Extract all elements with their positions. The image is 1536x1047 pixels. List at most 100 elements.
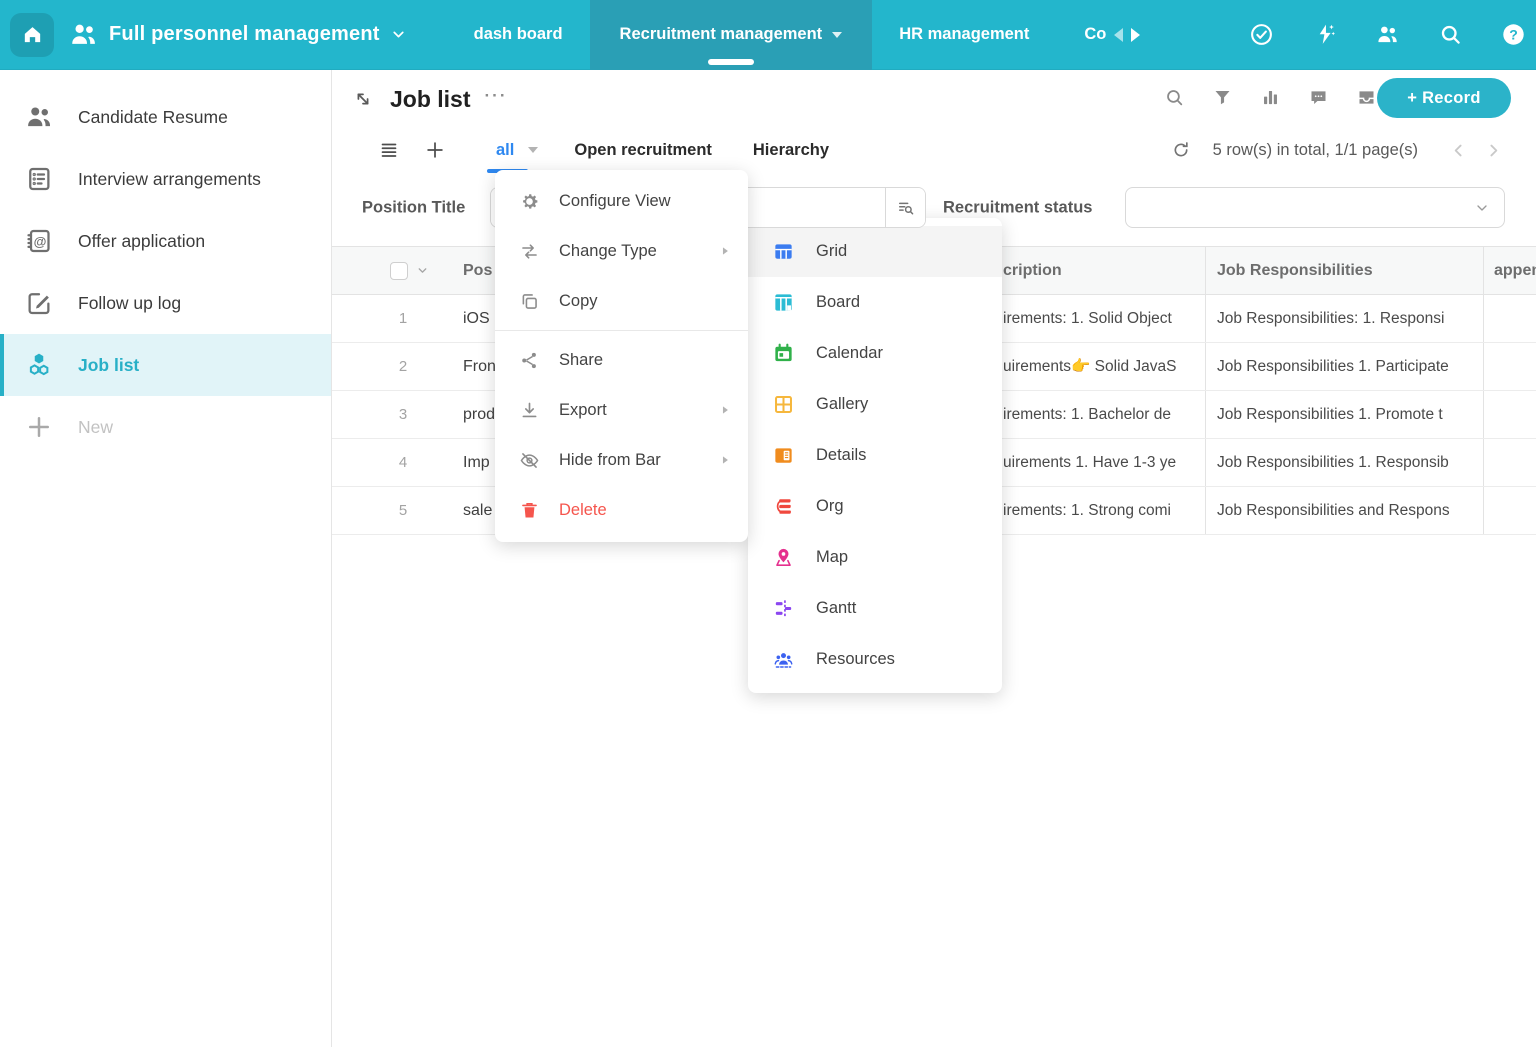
topbar-actions: ? — [1249, 22, 1536, 47]
sidebar-item-job-list[interactable]: Job list — [0, 334, 331, 396]
view-tab-hierarchy[interactable]: Hierarchy — [753, 141, 829, 160]
menu-item-label: Change Type — [559, 242, 657, 261]
column-header-appendix[interactable]: appen — [1483, 247, 1536, 294]
select-all-cell — [332, 247, 440, 294]
tab-recruitment-management[interactable]: Recruitment management — [590, 0, 873, 70]
view-type-label: Details — [816, 446, 866, 465]
menu-item-copy[interactable]: Copy — [495, 276, 748, 326]
view-type-label: Grid — [816, 242, 847, 261]
view-type-label: Gantt — [816, 599, 856, 618]
view-context-menu: Configure View Change Type Copy Share Ex… — [495, 170, 748, 542]
cell-appendix[interactable] — [1483, 439, 1536, 486]
view-type-calendar[interactable]: Calendar — [748, 328, 1002, 379]
filter-icon[interactable] — [1212, 87, 1233, 108]
inbox-icon[interactable] — [1356, 87, 1377, 108]
refresh-icon[interactable] — [1171, 140, 1191, 160]
home-button[interactable] — [10, 13, 54, 57]
hexagons-icon — [24, 350, 54, 380]
search-lines-icon — [896, 198, 916, 218]
cell-responsibilities[interactable]: Job Responsibilities 1. Promote t — [1205, 391, 1483, 438]
menu-item-share[interactable]: Share — [495, 335, 748, 385]
sidebar-item-label: Follow up log — [78, 293, 181, 314]
view-tab-all[interactable]: all — [496, 141, 538, 160]
grid-view-icon — [772, 240, 795, 263]
recruitment-status-select[interactable] — [1125, 187, 1505, 228]
topbar: Full personnel management dash board Rec… — [0, 0, 1536, 70]
chevron-down-icon[interactable] — [416, 264, 429, 277]
sidebar-item-label: Offer application — [78, 231, 205, 252]
sidebar-item-follow-up-log[interactable]: Follow up log — [0, 272, 331, 334]
view-header: Job list ··· + Record — [332, 70, 1536, 128]
view-type-grid[interactable]: Grid — [748, 226, 1002, 277]
menu-item-delete[interactable]: Delete — [495, 485, 748, 535]
workspace-title: Full personnel management — [109, 23, 380, 46]
sidebar-item-offer-application[interactable]: @ Offer application — [0, 210, 331, 272]
gallery-view-icon — [772, 393, 795, 416]
tab-hr-management[interactable]: HR management — [872, 0, 1056, 70]
column-header-responsibilities[interactable]: Job Responsibilities — [1205, 247, 1483, 294]
sidebar-item-candidate-resume[interactable]: Candidate Resume — [0, 86, 331, 148]
menu-item-change-type[interactable]: Change Type — [495, 226, 748, 276]
cell-appendix[interactable] — [1483, 487, 1536, 534]
cell-responsibilities[interactable]: Job Responsibilities 1. Participate — [1205, 343, 1483, 390]
sidebar-item-label: Candidate Resume — [78, 107, 228, 128]
sidebar-new-button[interactable]: New — [0, 396, 331, 458]
chart-icon[interactable] — [1260, 87, 1281, 108]
view-type-map[interactable]: Map — [748, 532, 1002, 583]
view-type-gantt[interactable]: Gantt — [748, 583, 1002, 634]
position-title-label: Position Title — [362, 198, 465, 217]
eye-off-icon — [519, 450, 540, 471]
comment-icon[interactable] — [1308, 87, 1329, 108]
add-view-icon[interactable] — [424, 139, 446, 161]
view-type-details[interactable]: Details — [748, 430, 1002, 481]
search-icon[interactable] — [1164, 87, 1185, 108]
view-type-org[interactable]: Org — [748, 481, 1002, 532]
help-icon[interactable]: ? — [1501, 22, 1526, 47]
page-title: Job list — [390, 86, 471, 113]
view-type-label: Calendar — [816, 344, 883, 363]
view-type-resources[interactable]: Resources — [748, 634, 1002, 685]
sidebar-new-label: New — [78, 417, 113, 438]
next-page-icon[interactable] — [1485, 142, 1502, 159]
magic-icon[interactable] — [1312, 22, 1337, 47]
view-type-board[interactable]: Board — [748, 277, 1002, 328]
menu-item-configure-view[interactable]: Configure View — [495, 176, 748, 226]
view-type-label: Map — [816, 548, 848, 567]
plus-icon — [24, 412, 54, 442]
workspace-switcher[interactable]: Full personnel management — [68, 19, 407, 50]
svg-text:?: ? — [1509, 26, 1518, 42]
view-list-icon[interactable] — [378, 139, 400, 161]
view-tab-open-recruitment[interactable]: Open recruitment — [574, 141, 712, 160]
view-type-gallery[interactable]: Gallery — [748, 379, 1002, 430]
menu-item-export[interactable]: Export — [495, 385, 748, 435]
scroll-tabs-left-icon[interactable] — [1114, 28, 1123, 42]
tab-co-truncated[interactable]: Co — [1056, 0, 1146, 70]
cell-responsibilities[interactable]: Job Responsibilities 1. Responsib — [1205, 439, 1483, 486]
calendar-view-icon — [772, 342, 795, 365]
scroll-tabs-right-icon[interactable] — [1131, 28, 1140, 42]
search-icon[interactable] — [1438, 22, 1463, 47]
tab-dash-board[interactable]: dash board — [447, 0, 590, 70]
menu-item-label: Configure View — [559, 192, 671, 211]
members-icon[interactable] — [1375, 22, 1400, 47]
select-all-checkbox[interactable] — [390, 262, 408, 280]
gear-icon — [519, 191, 540, 212]
view-header-actions — [1164, 87, 1377, 108]
board-view-icon — [772, 291, 795, 314]
expand-icon[interactable] — [352, 88, 374, 110]
cell-appendix[interactable] — [1483, 391, 1536, 438]
sidebar-item-interview-arrangements[interactable]: Interview arrangements — [0, 148, 331, 210]
edit-icon — [24, 288, 54, 318]
more-options-icon[interactable]: ··· — [485, 86, 508, 106]
prev-page-icon[interactable] — [1450, 142, 1467, 159]
check-circle-icon[interactable] — [1249, 22, 1274, 47]
menu-item-hide-from-bar[interactable]: Hide from Bar — [495, 435, 748, 485]
cell-responsibilities[interactable]: Job Responsibilities and Respons — [1205, 487, 1483, 534]
submenu-arrow-icon — [718, 453, 732, 467]
cell-responsibilities[interactable]: Job Responsibilities: 1. Responsi — [1205, 295, 1483, 342]
view-toolbar: all Open recruitment Hierarchy 5 row(s) … — [332, 128, 1536, 172]
add-record-button[interactable]: + Record — [1377, 78, 1511, 118]
cell-appendix[interactable] — [1483, 343, 1536, 390]
cell-appendix[interactable] — [1483, 295, 1536, 342]
advanced-search-button[interactable] — [885, 188, 925, 227]
